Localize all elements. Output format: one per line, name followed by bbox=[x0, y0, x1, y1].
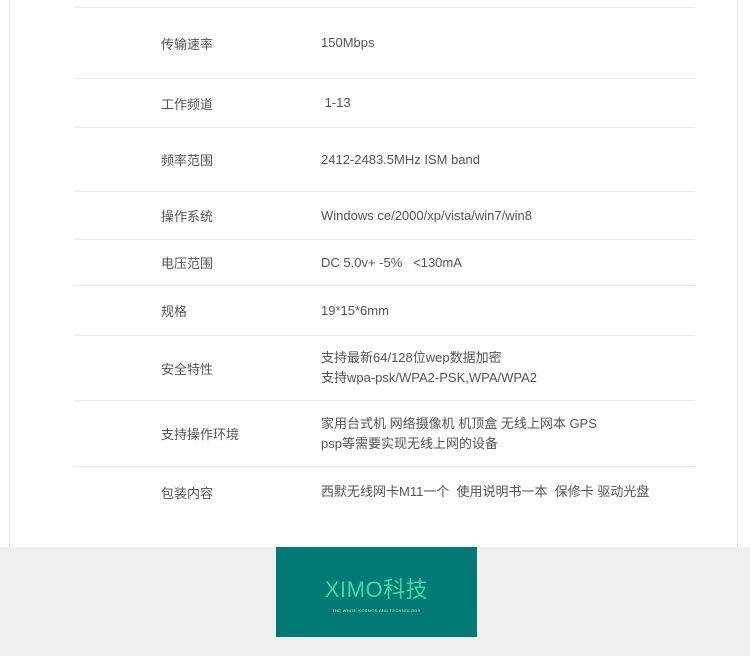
spec-value: 150Mbps bbox=[321, 8, 374, 78]
spec-value-line: 支持wpa-psk/WPA2-PSK,WPA/WPA2 bbox=[321, 370, 537, 385]
brand-logo: XIMO科技 THE WHITE KOSMOS AND TECHNOLOGY bbox=[276, 547, 477, 637]
spec-label: 工作频道 bbox=[161, 96, 214, 112]
brand-title: XIMO科技 bbox=[324, 576, 429, 602]
spec-label: 电压范围 bbox=[161, 256, 214, 271]
spec-label: 安全特性 bbox=[161, 361, 214, 377]
spec-row-os: 操作系统 Windows ce/2000/xp/vista/win7/win8 bbox=[74, 192, 695, 240]
brand-subtitle: THE WHITE KOSMOS AND TECHNOLOGY bbox=[332, 607, 421, 613]
spec-value: 家用台式机 网络摄像机 机顶盒 无线上网本 GPS psp等需要实现无线上网的设… bbox=[321, 401, 597, 466]
spec-value: 西默无线网卡M11一个 使用说明书一本 保修卡 驱动光盘 bbox=[321, 467, 649, 517]
spec-value: 支持最新64/128位wep数据加密 支持wpa-psk/WPA2-PSK,WP… bbox=[321, 336, 537, 400]
footer-band: XIMO科技 THE WHITE KOSMOS AND TECHNOLOGY bbox=[0, 547, 750, 656]
spec-value-line: 19*15*6mm bbox=[321, 302, 389, 318]
spec-row-voltage: 电压范围 DC 5.0v+ -5% <130mA bbox=[74, 240, 695, 286]
spec-label: 频率范围 bbox=[161, 153, 214, 168]
spec-row-transfer-rate: 传输速率 150Mbps bbox=[74, 8, 695, 79]
spec-value: 19*15*6mm bbox=[321, 286, 389, 335]
spec-value-line: DC 5.0v+ -5% <130mA bbox=[321, 254, 462, 270]
spec-value: 1-13 bbox=[321, 79, 351, 127]
spec-value: DC 5.0v+ -5% <130mA bbox=[321, 240, 462, 285]
spec-row-dimensions: 规格 19*15*6mm bbox=[74, 286, 695, 336]
spec-value-line: psp等需要实现无线上网的设备 bbox=[321, 435, 498, 451]
spec-value-line: 家用台式机 网络摄像机 机顶盒 无线上网本 GPS bbox=[321, 415, 597, 431]
spec-value-line: Windows ce/2000/xp/vista/win7/win8 bbox=[321, 207, 532, 223]
spec-value: Windows ce/2000/xp/vista/win7/win8 bbox=[321, 192, 532, 239]
spec-label: 操作系统 bbox=[161, 209, 214, 224]
spec-value-line: 2412-2483.5MHz ISM band bbox=[321, 151, 480, 167]
spec-value: 2412-2483.5MHz ISM band bbox=[321, 128, 480, 191]
spec-value-line: 西默无线网卡M11一个 使用说明书一本 保修卡 驱动光盘 bbox=[321, 484, 650, 499]
spec-label: 规格 bbox=[161, 304, 188, 319]
spec-label: 传输速率 bbox=[161, 36, 214, 52]
spec-row-security: 安全特性 支持最新64/128位wep数据加密 支持wpa-psk/WPA2-P… bbox=[74, 336, 695, 401]
spec-row-channel: 工作频道 1-13 bbox=[74, 79, 695, 128]
spec-label: 支持操作环境 bbox=[161, 427, 240, 442]
spec-row-frequency: 频率范围 2412-2483.5MHz ISM band bbox=[74, 128, 695, 192]
spec-sheet: 传输速率 150Mbps 工作频道 1-13 频率范围 2412-2483.5M… bbox=[9, 0, 738, 547]
spec-value-line: 150Mbps bbox=[321, 35, 375, 50]
spec-label: 包装内容 bbox=[161, 485, 214, 501]
spec-row-package: 包装内容 西默无线网卡M11一个 使用说明书一本 保修卡 驱动光盘 bbox=[74, 467, 695, 517]
spec-row-environment: 支持操作环境 家用台式机 网络摄像机 机顶盒 无线上网本 GPS psp等需要实… bbox=[74, 401, 695, 467]
spec-value-line: 1-13 bbox=[321, 95, 351, 110]
spec-value-line: 支持最新64/128位wep数据加密 bbox=[321, 350, 502, 365]
